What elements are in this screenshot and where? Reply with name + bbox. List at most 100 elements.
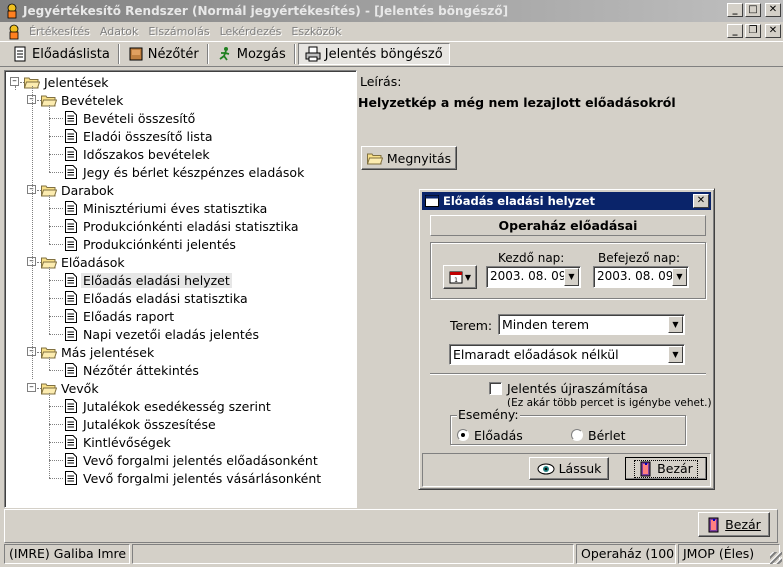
- mdi-close-button[interactable]: ✕: [765, 24, 781, 38]
- tree-item[interactable]: Bevételi összesítő: [65, 109, 197, 127]
- tree-item[interactable]: Időszakos bevételek: [65, 145, 212, 163]
- maximize-button[interactable]: □: [745, 3, 761, 17]
- end-date-dropdown-icon[interactable]: ▼: [672, 268, 687, 286]
- end-date-value: 2003. 08. 09.: [597, 269, 678, 283]
- tree-group-1[interactable]: Darabok: [41, 181, 116, 199]
- tree-item[interactable]: Vevő forgalmi jelentés vásárlásonként: [65, 469, 323, 487]
- eye-icon: [537, 463, 555, 474]
- tree-line: [49, 136, 63, 137]
- tree-node-label: Jutalékok összesítése: [83, 416, 216, 432]
- tree-line: [49, 195, 50, 244]
- theater-dropdown-icon[interactable]: ▼: [668, 316, 683, 333]
- tree-item[interactable]: Nézőtér áttekintés: [65, 361, 201, 379]
- recalc-checkbox[interactable]: [489, 382, 502, 395]
- calendar-button[interactable]: 1 ▼: [443, 265, 477, 289]
- tree-node-label: Bevételi összesítő: [83, 110, 196, 126]
- tree-node-label: Vevő forgalmi jelentés előadásonként: [83, 452, 318, 468]
- filter-select[interactable]: Elmaradt előadások nélkül ▼: [449, 344, 685, 365]
- document-icon: [65, 399, 77, 413]
- tree-item[interactable]: Produkciónkénti jelentés: [65, 235, 238, 253]
- report-tree[interactable]: – Jelentések – Bevételek Bevételi összesítő E…: [4, 70, 357, 508]
- tree-line: [49, 298, 63, 299]
- tree-line: [49, 154, 63, 155]
- tree-root[interactable]: Jelentések: [24, 73, 111, 91]
- dialog-title-bar: Előadás eladási helyzet ✕: [422, 192, 711, 210]
- tree-item[interactable]: Jegy és bérlet készpénzes eladások: [65, 163, 306, 181]
- document-icon: [65, 273, 77, 287]
- menu-item-lekerdezes[interactable]: Lekérdezés: [215, 25, 287, 38]
- tree-item[interactable]: Kintlévőségek: [65, 433, 173, 451]
- document-icon: [65, 219, 77, 233]
- tree-item[interactable]: Előadás eladási helyzet: [65, 271, 232, 289]
- end-date-field[interactable]: 2003. 08. 09. ▼: [593, 266, 689, 288]
- document-icon: [65, 471, 77, 485]
- document-icon: [65, 327, 77, 341]
- tree-node-label: Produkciónkénti eladási statisztika: [83, 218, 299, 234]
- tree-node-label: Eladói összesítő lista: [83, 128, 213, 144]
- tree-line: [49, 244, 63, 245]
- tree-node-label: Darabok: [61, 182, 114, 198]
- tree-item[interactable]: Jutalékok összesítése: [65, 415, 218, 433]
- tree-item[interactable]: Produkciónkénti eladási statisztika: [65, 217, 301, 235]
- event-radio-eloadas[interactable]: [457, 429, 469, 441]
- tree-collapse-icon[interactable]: –: [10, 77, 19, 86]
- resize-grip[interactable]: [770, 552, 782, 564]
- main-close-button-label: Bezár: [725, 517, 761, 532]
- theater-select[interactable]: Minden terem ▼: [498, 314, 685, 335]
- status-empty: [132, 544, 574, 564]
- door-exit-icon: [640, 461, 651, 476]
- document-icon: [65, 453, 77, 467]
- document-icon: [65, 417, 77, 431]
- tree-item[interactable]: Előadás raport: [65, 307, 176, 325]
- tree-node-label: Napi vezetői eladás jelentés: [83, 326, 259, 342]
- document-icon: [65, 309, 77, 323]
- tree-group-3[interactable]: Más jelentések: [41, 343, 156, 361]
- toolbar-eloadaslista-button[interactable]: Előadáslista: [6, 43, 116, 65]
- minimize-button[interactable]: _: [727, 3, 743, 17]
- tree-line: [49, 172, 63, 173]
- filter-dropdown-icon[interactable]: ▼: [668, 346, 683, 363]
- mdi-restore-button[interactable]: ❐: [745, 24, 761, 38]
- toolbar-jelentes-bongeszo-button[interactable]: Jelentés böngésző: [297, 43, 450, 65]
- tree-item[interactable]: Minisztériumi éves statisztika: [65, 199, 269, 217]
- tree-collapse-icon[interactable]: –: [27, 383, 36, 392]
- tree-item[interactable]: Eladói összesítő lista: [65, 127, 215, 145]
- tree-line: [49, 357, 50, 370]
- menu-item-eszkozok[interactable]: Eszközök: [286, 25, 346, 38]
- dialog-divider: [430, 373, 706, 375]
- tree-group-2[interactable]: Előadások: [41, 253, 127, 271]
- toolbar-separator: [293, 44, 296, 64]
- menu-item-elszamolas[interactable]: Elszámolás: [143, 25, 214, 38]
- tree-line: [49, 280, 63, 281]
- toolbar-mozgas-button[interactable]: Mozgás: [211, 43, 292, 65]
- tree-item[interactable]: Előadás eladási statisztika: [65, 289, 250, 307]
- toolbar-nezoter-button[interactable]: Nézőtér: [122, 43, 205, 65]
- tree-line: [32, 86, 33, 379]
- main-close-button[interactable]: Bezár: [698, 512, 770, 537]
- tree-node-label: Jelentések: [44, 74, 109, 90]
- start-date-dropdown-icon[interactable]: ▼: [564, 268, 579, 286]
- tree-group-0[interactable]: Bevételek: [41, 91, 125, 109]
- menu-item-adatok[interactable]: Adatok: [95, 25, 143, 38]
- dialog-close-icon[interactable]: ✕: [693, 194, 709, 208]
- tree-line: [15, 86, 16, 90]
- document-icon: [65, 201, 77, 215]
- tree-line: [49, 460, 63, 461]
- open-button[interactable]: Megnyitás: [361, 146, 457, 170]
- toolbar: Előadáslista Nézőtér Mozgás Jelentés bön…: [0, 41, 783, 67]
- tree-item[interactable]: Vevő forgalmi jelentés előadásonként: [65, 451, 320, 469]
- tree-node-label: Időszakos bevételek: [83, 146, 210, 162]
- menu-item-ertekesites[interactable]: Értékesítés: [24, 25, 95, 38]
- status-server: JMOP (Éles): [678, 544, 780, 564]
- tree-item[interactable]: Napi vezetői eladás jelentés: [65, 325, 261, 343]
- tree-item[interactable]: Jutalékok esedékesség szerint: [65, 397, 273, 415]
- running-man-icon: [219, 47, 229, 61]
- status-venue: Operaház (100): [576, 544, 676, 564]
- tree-node-label: Jegy és bérlet készpénzes eladások: [83, 164, 305, 180]
- event-radio-berlet[interactable]: [571, 429, 583, 441]
- dialog-close-button[interactable]: Bezár: [625, 457, 707, 480]
- mdi-minimize-button[interactable]: _: [727, 24, 743, 38]
- view-report-button[interactable]: Lássuk: [529, 457, 609, 480]
- close-window-button[interactable]: ✕: [765, 3, 781, 17]
- start-date-field[interactable]: 2003. 08. 09. ▼: [486, 266, 581, 288]
